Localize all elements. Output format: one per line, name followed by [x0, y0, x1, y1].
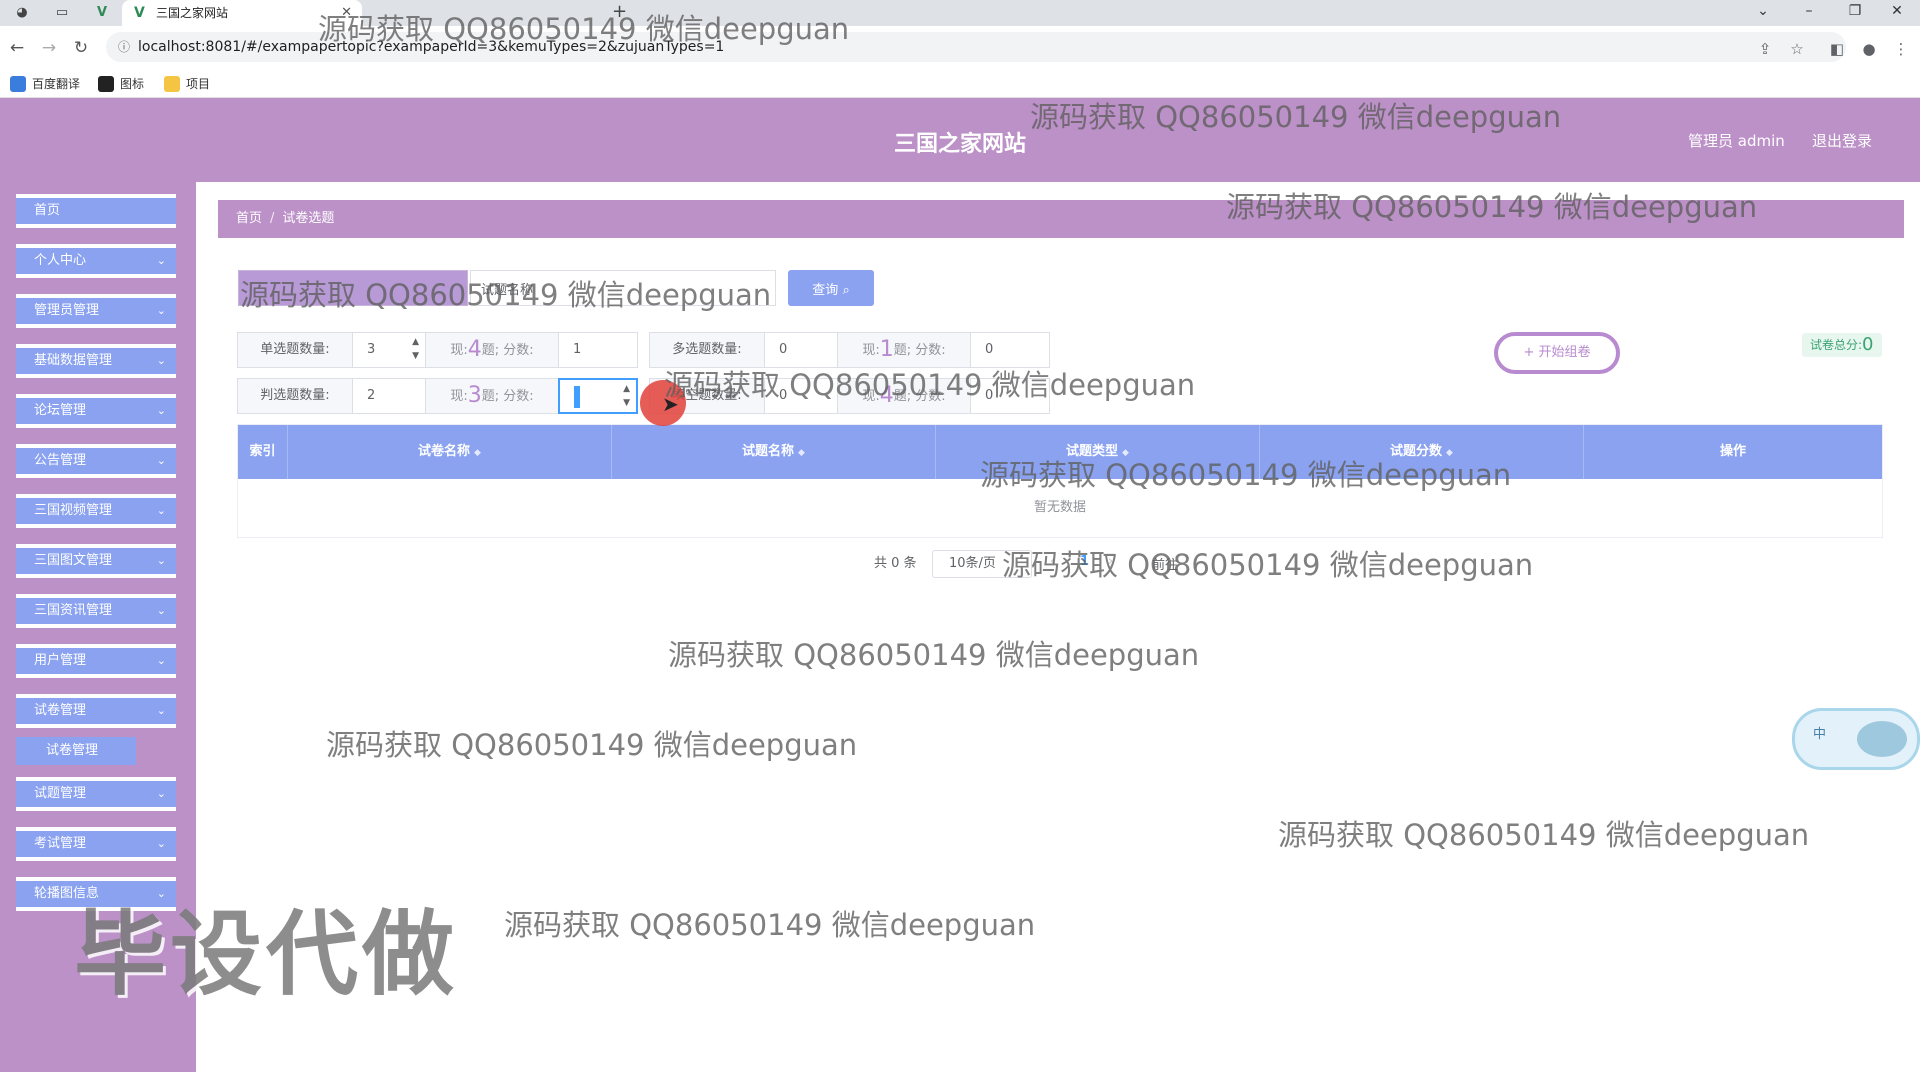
bookmarks-bar: 百度翻译 图标 项目 [0, 70, 1920, 98]
watermark-text: 源码获取 QQ86050149 微信deepguan [1030, 100, 1562, 134]
logout-link[interactable]: 退出登录 [1812, 130, 1872, 151]
info-icon: ⓘ [118, 40, 131, 54]
watermark-text: 源码获取 QQ86050149 微信deepguan [980, 458, 1512, 492]
watermark-big-text: 毕设代做 [74, 901, 459, 1008]
watermark-text: 源码获取 QQ86050149 微信deepguan [326, 728, 858, 762]
watermark-text: 源码获取 QQ86050149 微信deepguan [240, 278, 772, 312]
judge-count-label: 判选题数量: [237, 378, 353, 414]
sidepanel-icon[interactable]: ◧ [1826, 38, 1848, 60]
column-index: 索引 [238, 425, 288, 479]
sidebar-item-forum[interactable]: 论坛管理 ⌄ [16, 394, 176, 428]
sidebar-item-notice[interactable]: 公告管理 ⌄ [16, 444, 176, 478]
chevron-down-icon: ⌄ [156, 404, 166, 417]
chevron-down-icon: ⌄ [156, 254, 166, 267]
star-icon[interactable]: ☆ [1786, 38, 1808, 60]
column-question-name[interactable]: 试题名称 ◆ [612, 425, 936, 479]
address-bar-row: ← → ↻ ⓘ localhost:8081/#/exampapertopic?… [0, 26, 1920, 70]
column-exampaper-name[interactable]: 试卷名称 ◆ [288, 425, 612, 479]
judge-count-stepper[interactable]: 2 [352, 378, 426, 414]
bookmark-project[interactable]: 项目 [164, 75, 210, 93]
sidebar-item-video[interactable]: 三国视频管理 ⌄ [16, 494, 176, 528]
tab-title: 三国之家网站 [156, 6, 229, 20]
judge-score-stepper[interactable]: 0 ▲▼ [558, 378, 638, 414]
sidebar-item-article[interactable]: 三国图文管理 ⌄ [16, 544, 176, 578]
query-button[interactable]: 查询 ⌕ [788, 270, 874, 306]
chevron-down-icon: ⌄ [156, 354, 166, 367]
site-title: 三国之家网站 [893, 132, 1026, 157]
sidebar-item-exam[interactable]: 考试管理 ⌄ [16, 827, 176, 861]
floating-ime-widget[interactable]: 中 [1792, 708, 1920, 770]
browser-tabbar: ◕ ▭ V V 三国之家网站 ✕ + ⌄ – ❐ ✕ [0, 0, 1920, 26]
chevron-down-icon: ⌄ [156, 304, 166, 317]
chevron-down-icon[interactable]: ⌄ [1740, 0, 1786, 26]
browser-menu-icon[interactable]: ◕ [12, 4, 32, 22]
sort-icon[interactable]: ◆ [474, 448, 481, 458]
watermark-text: 源码获取 QQ86050149 微信deepguan [664, 368, 1196, 402]
back-icon[interactable]: ← [6, 38, 28, 60]
minimize-icon[interactable]: – [1786, 0, 1832, 26]
cloud-icon [1857, 721, 1907, 757]
total-score-badge: 试卷总分:0 [1802, 333, 1882, 357]
forward-icon[interactable]: → [38, 38, 60, 60]
watermark-text: 源码获取 QQ86050149 微信deepguan [1002, 548, 1534, 582]
start-compose-button[interactable]: + 开始组卷 [1494, 332, 1620, 374]
chevron-down-icon: ⌄ [156, 704, 166, 717]
tab-icon[interactable]: ▭ [52, 4, 72, 22]
sidebar-item-basedata[interactable]: 基础数据管理 ⌄ [16, 344, 176, 378]
sidebar-item-news[interactable]: 三国资讯管理 ⌄ [16, 594, 176, 628]
text-caret [574, 386, 580, 408]
sidebar-item-question[interactable]: 试题管理 ⌄ [16, 777, 176, 811]
chevron-down-icon: ⌄ [156, 837, 166, 850]
chevron-down-icon: ⌄ [156, 454, 166, 467]
app-header: 三国之家网站 管理员 admin 退出登录 [0, 98, 1920, 182]
watermark-text: 源码获取 QQ86050149 微信deepguan [318, 12, 850, 46]
stepper-arrows-icon[interactable]: ▲ ▼ [412, 335, 419, 363]
chevron-down-icon: ⌄ [156, 504, 166, 517]
window-close-icon[interactable]: ✕ [1874, 0, 1920, 26]
single-count-stepper[interactable]: 3 ▲ ▼ [352, 332, 426, 368]
breadcrumb-separator: / [270, 211, 275, 226]
sidebar-item-exampaper[interactable]: 试卷管理 ⌄ [16, 694, 176, 728]
admin-label: 管理员 admin [1688, 132, 1785, 150]
breadcrumb-current: 试卷选题 [282, 211, 335, 226]
chevron-down-icon: ⌄ [156, 604, 166, 617]
chevron-down-icon: ⌄ [156, 554, 166, 567]
watermark-text: 源码获取 QQ86050149 微信deepguan [1226, 190, 1758, 224]
plus-icon: + [1523, 345, 1535, 360]
chevron-down-icon: ⌄ [156, 787, 166, 800]
restore-icon[interactable]: ❐ [1832, 0, 1878, 26]
breadcrumb-home[interactable]: 首页 [236, 211, 262, 226]
folder-icon [164, 76, 180, 92]
column-actions: 操作 [1719, 444, 1746, 459]
search-icon: ⌕ [842, 282, 850, 298]
judge-now-info: 现:3题; 分数: [425, 378, 559, 414]
sidebar-item-admin[interactable]: 管理员管理 ⌄ [16, 294, 176, 328]
vue-tab-icon[interactable]: V [92, 4, 112, 22]
sidebar-item-users[interactable]: 用户管理 ⌄ [16, 644, 176, 678]
chevron-down-icon: ⌄ [156, 654, 166, 667]
sidebar-item-profile[interactable]: 个人中心 ⌄ [16, 244, 176, 278]
watermark-text: 源码获取 QQ86050149 微信deepguan [1278, 818, 1810, 852]
single-count-label: 单选题数量: [237, 332, 353, 368]
watermark-text: 源码获取 QQ86050149 微信deepguan [504, 908, 1036, 942]
vue-favicon-icon: V [134, 5, 145, 21]
share-icon[interactable]: ⇪ [1754, 38, 1776, 60]
bookmark-translate[interactable]: 百度翻译 [10, 75, 80, 93]
watermark-text: 源码获取 QQ86050149 微信deepguan [668, 638, 1200, 672]
single-score-input[interactable]: 1 [558, 332, 638, 368]
single-now-info: 现:4题; 分数: [425, 332, 559, 368]
sort-icon[interactable]: ◆ [798, 448, 805, 458]
pager-total: 共 0 条 [874, 556, 917, 571]
profile-icon[interactable]: ● [1858, 38, 1880, 60]
image-icon [98, 76, 114, 92]
translate-icon [10, 76, 26, 92]
kebab-menu-icon[interactable]: ⋮ [1890, 38, 1912, 60]
sidebar-item-home[interactable]: 首页 [16, 194, 176, 228]
reload-icon[interactable]: ↻ [70, 38, 92, 60]
stepper-arrows-icon[interactable]: ▲ ▼ [623, 382, 630, 410]
sidebar-subitem-exampaper[interactable]: 试卷管理 [16, 737, 136, 765]
bookmark-icons[interactable]: 图标 [98, 75, 144, 93]
